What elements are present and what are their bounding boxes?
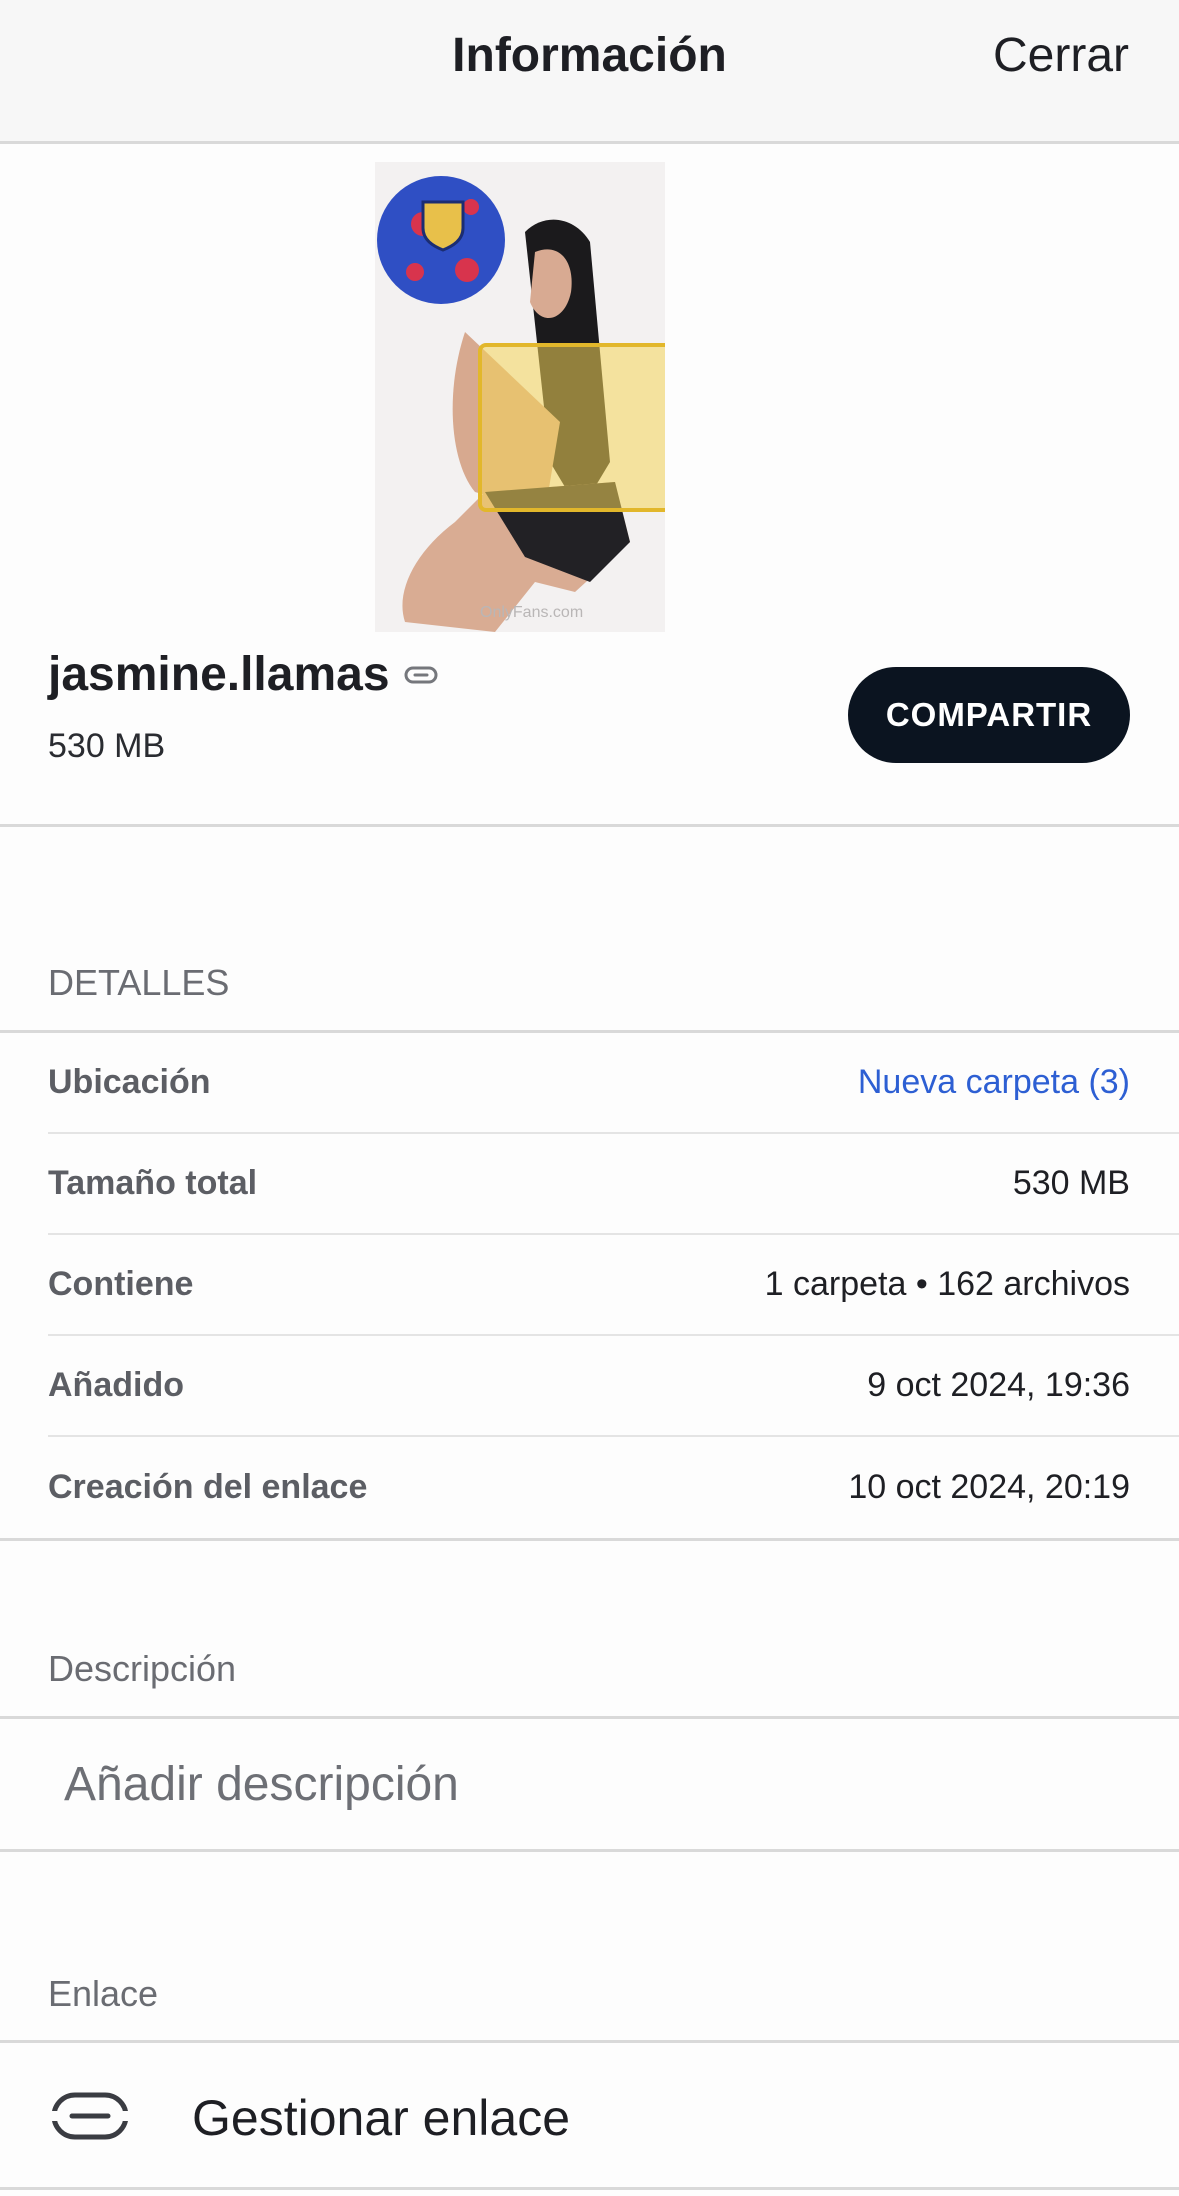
link-icon: [50, 2092, 130, 2140]
file-name-row: jasmine.llamas: [48, 647, 438, 702]
thumbnail-watermark: OnlyFans.com: [480, 604, 583, 621]
details-section-label: DETALLES: [48, 962, 230, 1003]
file-name: jasmine.llamas: [48, 648, 390, 701]
file-size: 530 MB: [48, 727, 166, 765]
file-summary: OnlyFans.com jasmine.llamas 530 MB COMPA…: [0, 147, 1179, 827]
detail-key: Ubicación: [48, 1063, 211, 1101]
manage-link-label: Gestionar enlace: [192, 2090, 571, 2146]
description-box: [0, 1716, 1179, 1852]
detail-value: 10 oct 2024, 20:19: [848, 1468, 1130, 1506]
details-list: Ubicación Nueva carpeta (3) Tamaño total…: [0, 1030, 1179, 1541]
detail-row-link-created: Creación del enlace 10 oct 2024, 20:19: [48, 1437, 1179, 1538]
thumbnail-image: OnlyFans.com: [375, 162, 665, 632]
link-icon: [404, 666, 438, 683]
detail-value: 1 carpeta • 162 archivos: [764, 1265, 1130, 1303]
detail-key: Añadido: [48, 1366, 184, 1404]
detail-row-contents: Contiene 1 carpeta • 162 archivos: [48, 1235, 1179, 1336]
description-input[interactable]: [64, 1749, 1124, 1819]
share-button[interactable]: COMPARTIR: [848, 667, 1130, 763]
file-thumbnail[interactable]: OnlyFans.com: [375, 162, 665, 632]
description-section-label: Descripción: [48, 1648, 237, 1689]
close-button[interactable]: Cerrar: [993, 28, 1129, 83]
detail-row-added: Añadido 9 oct 2024, 19:36: [48, 1336, 1179, 1437]
manage-link-button[interactable]: Gestionar enlace: [0, 2040, 1179, 2190]
link-section-label: Enlace: [48, 1973, 159, 2014]
top-bar: Información Cerrar: [0, 0, 1179, 144]
detail-value: 9 oct 2024, 19:36: [867, 1366, 1130, 1404]
detail-key: Creación del enlace: [48, 1468, 368, 1506]
detail-key: Tamaño total: [48, 1164, 258, 1202]
detail-value: 530 MB: [1012, 1164, 1130, 1202]
detail-row-location: Ubicación Nueva carpeta (3): [48, 1033, 1179, 1134]
detail-row-total-size: Tamaño total 530 MB: [48, 1134, 1179, 1235]
location-link[interactable]: Nueva carpeta (3): [858, 1063, 1130, 1102]
detail-key: Contiene: [48, 1265, 194, 1303]
